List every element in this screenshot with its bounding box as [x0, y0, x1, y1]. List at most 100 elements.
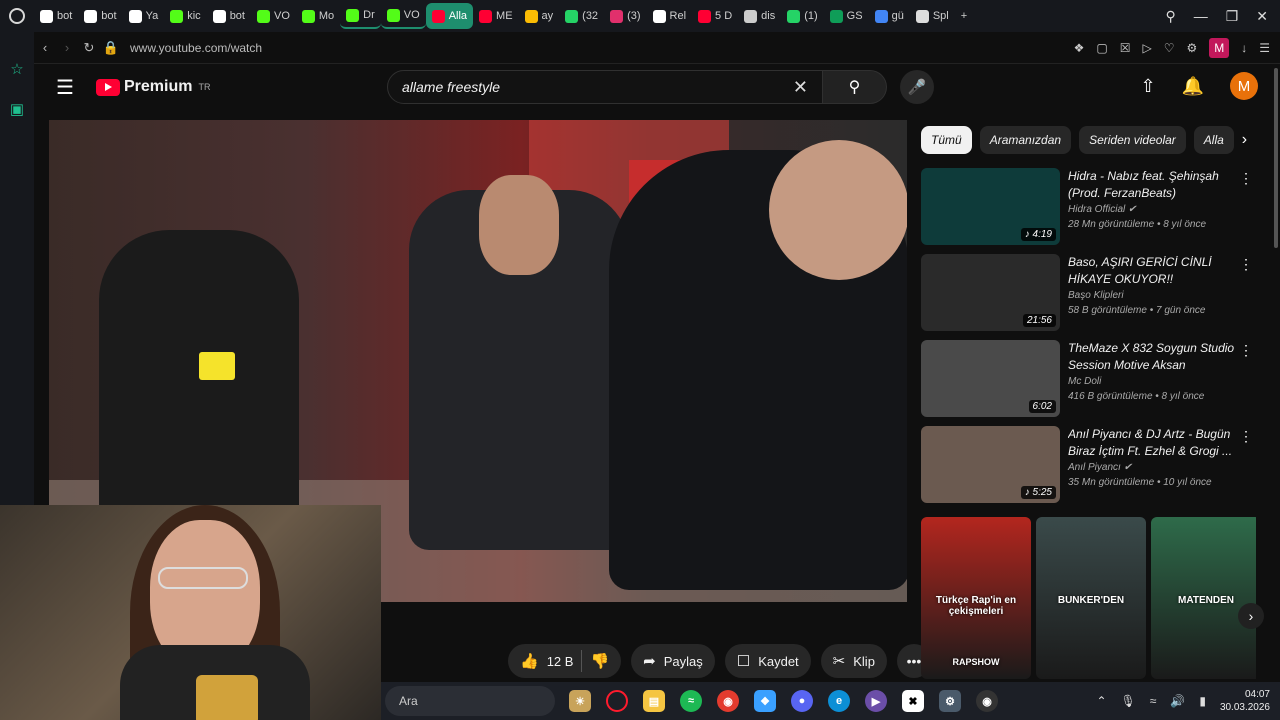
video-title[interactable]: TheMaze X 832 Soygun Studio Session Moti… — [1068, 340, 1261, 374]
search-button[interactable]: ⚲ — [823, 70, 887, 104]
browser-tab[interactable]: ay — [519, 3, 560, 29]
tab-search-icon[interactable]: ⚲ — [1165, 8, 1175, 25]
scrollbar-thumb[interactable] — [1274, 68, 1278, 248]
recommendation-item[interactable]: ♪ 5:25 Anıl Piyancı & DJ Artz - Bugün Bir… — [921, 426, 1261, 503]
url-field[interactable]: www.youtube.com/watch — [130, 41, 1074, 55]
browser-tab[interactable]: bot — [78, 3, 122, 29]
discord-icon[interactable]: ● — [791, 690, 813, 712]
extensions-icon[interactable]: ⚙ — [1186, 41, 1197, 55]
file-explorer-icon[interactable]: ▤ — [643, 690, 665, 712]
app-icon[interactable]: ❖ — [754, 690, 776, 712]
back-icon[interactable]: ‹ — [34, 40, 56, 55]
adblock-icon[interactable]: ☒ — [1120, 41, 1131, 55]
upload-icon[interactable]: ⇧ — [1140, 76, 1155, 97]
more-options-icon[interactable]: ⋮ — [1239, 256, 1253, 273]
browser-tab[interactable]: gü — [869, 3, 910, 29]
dislike-icon[interactable]: 👎 — [590, 652, 609, 670]
more-options-icon[interactable]: ⋮ — [1239, 170, 1253, 187]
video-thumbnail[interactable]: ♪ 4:19 — [921, 168, 1060, 245]
heart-icon[interactable]: ♡ — [1164, 41, 1175, 55]
channel-name[interactable]: Başo Klipleri — [1068, 290, 1124, 301]
browser-tab[interactable]: VO — [251, 3, 296, 29]
pinboard-icon[interactable]: ▣ — [0, 100, 34, 118]
more-options-icon[interactable]: ⋮ — [1239, 428, 1253, 445]
capcut-icon[interactable]: ✖ — [902, 690, 924, 712]
video-thumbnail[interactable]: ♪ 5:25 — [921, 426, 1060, 503]
player-icon[interactable]: ▷ — [1142, 41, 1151, 55]
browser-tab[interactable]: VO — [380, 3, 426, 29]
microphone-icon[interactable]: 🎙 — [1121, 694, 1136, 708]
recommendation-item[interactable]: 6:02 TheMaze X 832 Soygun Studio Session … — [921, 340, 1261, 417]
chips-next-icon[interactable]: › — [1242, 131, 1256, 149]
pin-icon[interactable]: ❖ — [1074, 41, 1085, 55]
channel-name[interactable]: Hidra Official — [1068, 204, 1125, 215]
forward-icon[interactable]: › — [56, 40, 78, 55]
clear-search-icon[interactable]: ✕ — [793, 77, 808, 98]
recommendation-item[interactable]: ♪ 4:19 Hidra - Nabız feat. Şehinşah (Prod… — [921, 168, 1261, 245]
opera-taskbar-icon[interactable] — [606, 690, 628, 712]
download-icon[interactable]: ↓ — [1241, 41, 1247, 55]
clock[interactable]: 04:07 30.03.2026 — [1220, 688, 1270, 714]
clip-button[interactable]: ✂ Klip — [820, 644, 887, 678]
filter-chip[interactable]: Seriden videolar — [1079, 126, 1186, 154]
video-title[interactable]: Anıl Piyancı & DJ Artz - Bugün Biraz İçt… — [1068, 426, 1261, 460]
filter-chip[interactable]: Aramanızdan — [979, 126, 1072, 154]
settings-icon[interactable]: ⚙ — [939, 690, 961, 712]
maximize-icon[interactable]: ❐ — [1226, 8, 1239, 25]
short-thumbnail[interactable]: Türkçe Rap'in en çekişmeleri RAPSHOW — [921, 517, 1031, 679]
short-thumbnail[interactable]: BUNKER'DEN — [1036, 517, 1146, 679]
browser-tab[interactable]: ME — [473, 3, 519, 29]
snapshot-icon[interactable]: ▢ — [1096, 41, 1107, 55]
video-title[interactable]: Hidra - Nabız feat. Şehinşah (Prod. Ferz… — [1068, 168, 1261, 202]
like-icon[interactable]: 👍 — [520, 652, 539, 670]
close-window-icon[interactable]: ✕ — [1256, 8, 1268, 25]
browser-tab[interactable]: kic — [164, 3, 206, 29]
save-button[interactable]: ☐ Kaydet — [724, 644, 811, 678]
filter-chip[interactable]: Tümü — [921, 126, 972, 154]
filter-chip[interactable]: Alla — [1193, 126, 1234, 154]
youtube-logo[interactable]: Premium TR — [96, 78, 210, 96]
opera-logo-icon[interactable] — [0, 8, 34, 24]
reload-icon[interactable]: ↻ — [78, 40, 100, 56]
more-options-icon[interactable]: ⋮ — [1239, 342, 1253, 359]
browser-tab[interactable]: Spl — [910, 3, 955, 29]
video-thumbnail[interactable]: 6:02 — [921, 340, 1060, 417]
edge-icon[interactable]: e — [828, 690, 850, 712]
widgets-icon[interactable]: ☀ — [569, 690, 591, 712]
browser-tab[interactable]: bot — [34, 3, 78, 29]
easy-setup-icon[interactable]: ☰ — [1259, 41, 1270, 55]
page-scrollbar[interactable] — [1272, 64, 1280, 684]
search-value[interactable]: allame freestyle — [402, 79, 793, 95]
browser-tab[interactable]: Dr — [340, 3, 381, 29]
browser-tab[interactable]: bot — [207, 3, 251, 29]
browser-tab[interactable]: GS — [824, 3, 869, 29]
tray-chevron-icon[interactable]: ⌃ — [1096, 694, 1106, 708]
minimize-icon[interactable]: — — [1194, 8, 1208, 24]
menu-icon[interactable]: ☰ — [34, 75, 96, 100]
browser-tab[interactable]: Alla — [425, 3, 474, 29]
video-title[interactable]: Baso, AŞIRI GERİCİ CİNLİ HİKAYE OKUYOR!! — [1068, 254, 1261, 288]
short-thumbnail[interactable]: MATENDEN — [1151, 517, 1256, 679]
taskbar-search[interactable]: Ara — [385, 686, 555, 716]
extension-m-icon[interactable]: M — [1209, 37, 1230, 58]
new-tab-button[interactable]: + — [955, 3, 973, 29]
notifications-bell-icon[interactable]: 🔔 — [1182, 76, 1204, 97]
browser-tab[interactable]: (1) — [781, 3, 823, 29]
browser-tab[interactable]: Ya — [123, 3, 165, 29]
volume-icon[interactable]: 🔊 — [1170, 694, 1185, 708]
wifi-icon[interactable]: ≈ — [1150, 694, 1157, 708]
browser-tab[interactable]: 5 D — [692, 3, 738, 29]
like-count[interactable]: 12 B — [547, 654, 574, 669]
channel-name[interactable]: Anıl Piyancı — [1068, 462, 1121, 473]
voice-search-icon[interactable]: 🎤 — [900, 70, 934, 104]
browser-tab[interactable]: (3) — [604, 3, 646, 29]
browser-tab[interactable]: dis — [738, 3, 781, 29]
avatar[interactable]: M — [1230, 72, 1258, 100]
browser-tab[interactable]: Rel — [647, 3, 693, 29]
recommendation-item[interactable]: 21:56 Baso, AŞIRI GERİCİ CİNLİ HİKAYE OKU… — [921, 254, 1261, 331]
obs-icon[interactable]: ◉ — [976, 690, 998, 712]
search-input[interactable]: allame freestyle ✕ — [387, 70, 823, 104]
star-icon[interactable]: ☆ — [0, 60, 34, 78]
shorts-next-icon[interactable]: › — [1238, 603, 1264, 629]
battery-icon[interactable]: ▮ — [1199, 694, 1206, 708]
